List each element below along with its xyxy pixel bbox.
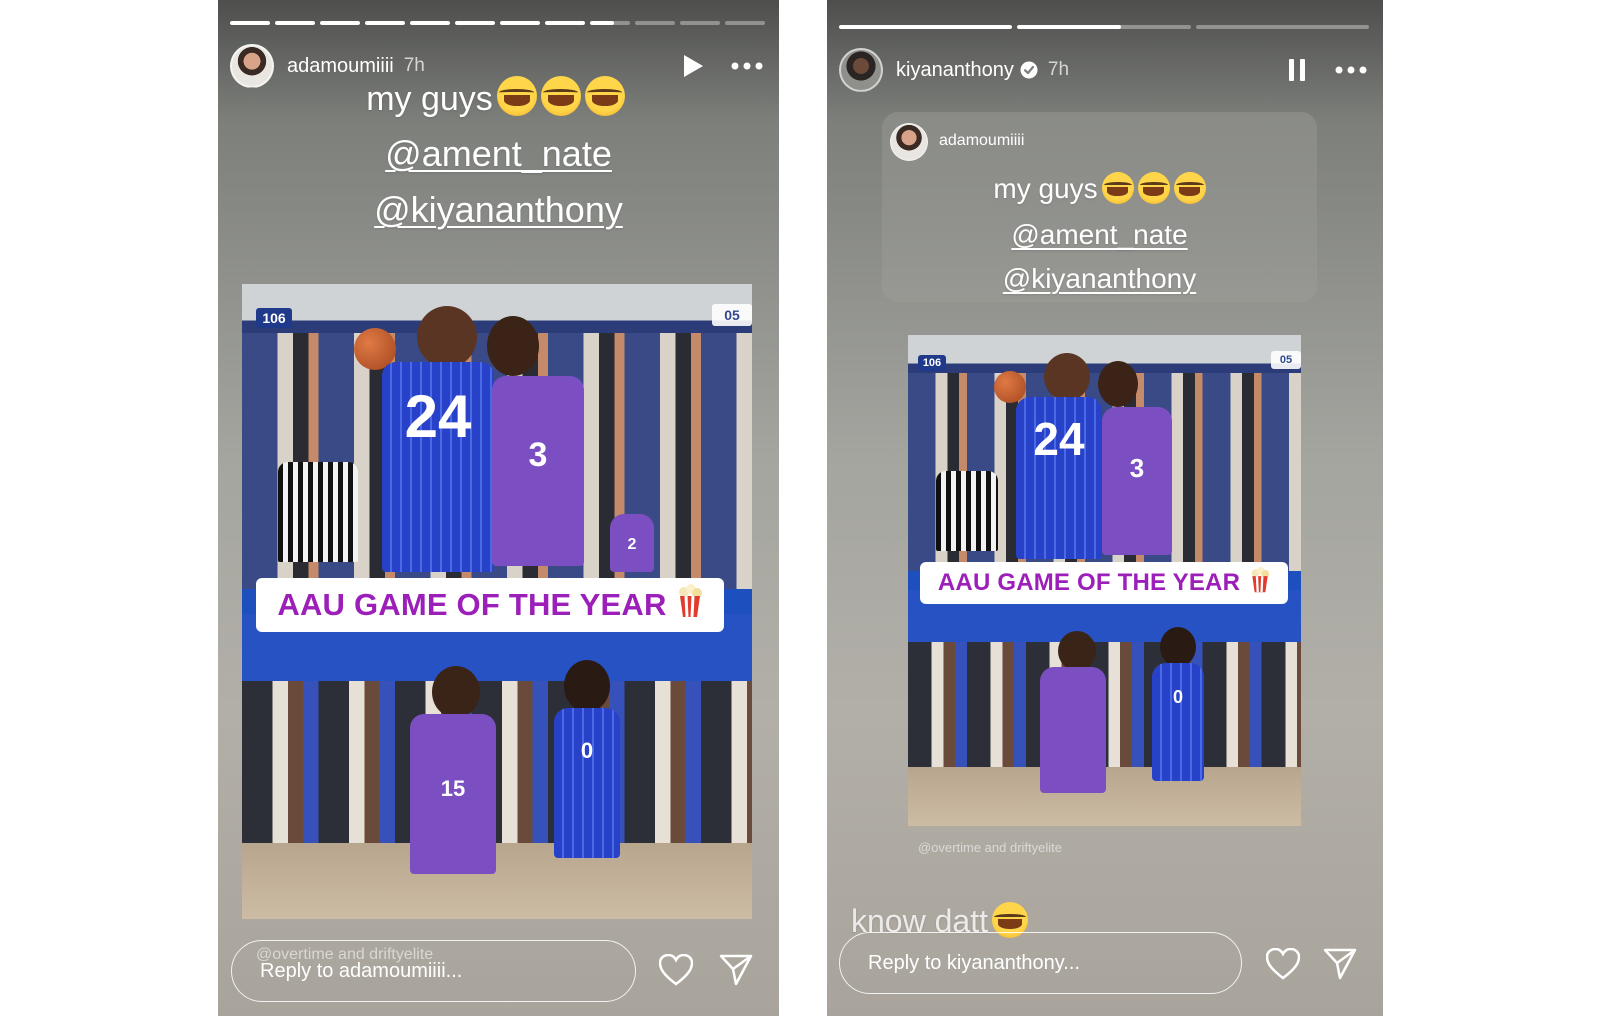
progress-segment <box>410 21 450 25</box>
banner-text: AAU GAME OF THE YEAR <box>937 569 1241 596</box>
post-time: 7h <box>1047 59 1070 80</box>
reply-input[interactable]: Reply to adamoumiiii... <box>231 940 636 1002</box>
progress-segment <box>1017 25 1191 29</box>
corner-tag: 05 <box>1271 351 1301 369</box>
player-0: 0 <box>554 708 620 858</box>
photo-credit: @overtime and driftyelite <box>918 840 1062 855</box>
game-of-year-banner: AAU GAME OF THE YEAR <box>256 578 724 632</box>
player-head <box>1044 353 1090 401</box>
story-caption: my guys @ament_nate @kiyananthony <box>218 76 779 231</box>
referee <box>936 471 998 551</box>
progress-segment <box>455 21 495 25</box>
progress-segment <box>839 25 1013 29</box>
game-of-year-banner: AAU GAME OF THE YEAR <box>920 562 1288 604</box>
court-floor <box>242 842 752 919</box>
laughing-emoji-icon <box>1137 172 1170 204</box>
reply-placeholder: Reply to adamoumiiii... <box>260 959 463 982</box>
reply-input[interactable]: Reply to kiyananthony... <box>839 932 1242 994</box>
popcorn-icon <box>1250 566 1270 600</box>
quoted-story-card[interactable]: adamoumiiii my guys @ament_nate @kiyanan… <box>882 112 1317 302</box>
quoted-avatar <box>890 123 928 161</box>
username[interactable]: adamoumiiii <box>287 55 394 78</box>
mention-kiyananthony[interactable]: @kiyananthony <box>882 263 1317 295</box>
player-24: 24 <box>382 362 494 572</box>
basketball <box>994 371 1026 403</box>
verified-badge-icon <box>1020 61 1038 79</box>
laughing-emoji-icon <box>1101 172 1134 204</box>
progress-segment <box>635 21 675 25</box>
more-icon[interactable] <box>1333 52 1369 88</box>
progress-segment <box>680 21 720 25</box>
reply-placeholder: Reply to kiyananthony... <box>868 951 1080 974</box>
quoted-caption-text: my guys <box>993 173 1098 204</box>
player-0: 0 <box>1152 663 1204 781</box>
pause-icon[interactable] <box>1279 52 1315 88</box>
story-header: kiyananthony 7h <box>839 46 1369 94</box>
corner-tag: 05 <box>712 304 752 326</box>
laughing-emoji-icon <box>584 76 625 116</box>
progress-segment <box>320 21 360 25</box>
user-avatar[interactable] <box>839 48 883 92</box>
banner-text: AAU GAME OF THE YEAR <box>277 587 667 622</box>
player-head <box>417 306 477 368</box>
post-time: 7h <box>403 55 425 76</box>
send-icon[interactable] <box>718 952 754 988</box>
player-3: 3 <box>1102 407 1172 555</box>
progress-segment <box>230 21 270 25</box>
story-progress-bar <box>230 21 765 25</box>
popcorn-icon <box>677 584 703 626</box>
progress-segment <box>275 21 315 25</box>
laughing-emoji-icon <box>540 76 581 116</box>
player-purple <box>1040 667 1106 793</box>
player-head <box>1058 631 1096 671</box>
laughing-emoji-icon <box>1173 172 1206 204</box>
story-viewer-left[interactable]: adamoumiiii 7h my guys @ament_nate @kiya… <box>218 0 779 1016</box>
mention-kiyananthony[interactable]: @kiyananthony <box>218 189 779 231</box>
laughing-emoji-group <box>496 76 625 116</box>
player-head <box>1160 627 1196 667</box>
mention-ament-nate[interactable]: @ament_nate <box>218 133 779 175</box>
progress-segment <box>365 21 405 25</box>
laughing-emoji-group <box>1101 172 1206 204</box>
player-head <box>1098 361 1138 407</box>
story-progress-bar <box>839 25 1369 29</box>
story-viewer-right[interactable]: kiyananthony 7h adamoumiiii my guys @ame… <box>827 0 1383 1016</box>
caption-text: my guys <box>366 80 493 118</box>
player-2: 2 <box>610 514 654 572</box>
player-15: 15 <box>410 714 496 874</box>
player-3: 3 <box>492 376 584 566</box>
username[interactable]: kiyananthony <box>896 59 1014 82</box>
send-icon[interactable] <box>1322 946 1358 982</box>
mention-ament-nate[interactable]: @ament_nate <box>882 219 1317 251</box>
scoreboard: 106 <box>918 355 946 371</box>
referee <box>278 462 358 562</box>
quoted-caption: my guys @ament_nate @kiyananthony <box>882 172 1317 295</box>
scoreboard: 106 <box>256 308 292 328</box>
progress-segment <box>590 21 630 25</box>
player-24: 24 <box>1016 397 1102 559</box>
progress-segment <box>500 21 540 25</box>
player-head <box>564 660 610 712</box>
heart-icon[interactable] <box>1265 946 1301 982</box>
progress-segment <box>725 21 765 25</box>
progress-segment <box>1195 25 1369 29</box>
progress-segment <box>545 21 585 25</box>
heart-icon[interactable] <box>658 952 694 988</box>
player-head <box>487 316 539 376</box>
player-head <box>432 666 480 718</box>
laughing-emoji-icon <box>496 76 537 116</box>
quoted-username: adamoumiiii <box>939 132 1025 149</box>
